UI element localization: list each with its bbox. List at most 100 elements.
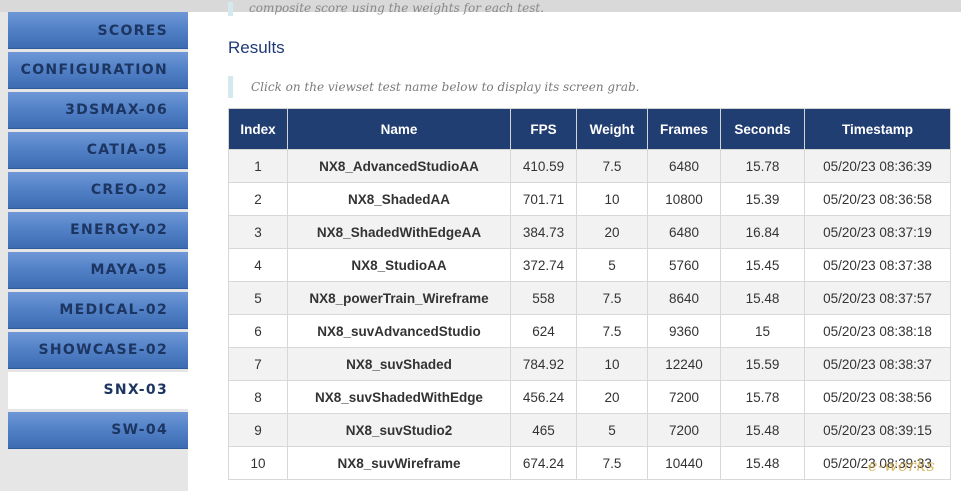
cell-index: 4 bbox=[228, 248, 288, 282]
cell-timestamp: 05/20/23 08:39:15 bbox=[804, 413, 951, 447]
cell-index: 6 bbox=[228, 314, 288, 348]
cell-seconds: 15.45 bbox=[720, 248, 805, 282]
cell-fps: 456.24 bbox=[510, 380, 577, 414]
sidebar-item-snx-03[interactable]: SNX-03 bbox=[8, 372, 188, 409]
viewset-name-link[interactable]: NX8_suvStudio2 bbox=[287, 413, 511, 447]
cell-timestamp: 05/20/23 08:37:57 bbox=[804, 281, 951, 315]
cell-fps: 701.71 bbox=[510, 182, 577, 216]
table-row: 1 NX8_AdvancedStudioAA 410.59 7.5 6480 1… bbox=[228, 149, 951, 183]
results-heading: Results bbox=[228, 38, 285, 57]
cell-timestamp: 05/20/23 08:38:37 bbox=[804, 347, 951, 381]
cell-index: 1 bbox=[228, 149, 288, 183]
viewset-name-link[interactable]: NX8_StudioAA bbox=[287, 248, 511, 282]
cell-weight: 7.5 bbox=[576, 281, 648, 315]
cell-fps: 465 bbox=[510, 413, 577, 447]
sidebar-item-sw-04[interactable]: SW-04 bbox=[8, 412, 188, 449]
table-row: 5 NX8_powerTrain_Wireframe 558 7.5 8640 … bbox=[228, 281, 951, 315]
sidebar-item-catia-05[interactable]: CATIA-05 bbox=[8, 132, 188, 169]
cell-fps: 784.92 bbox=[510, 347, 577, 381]
viewset-name-link[interactable]: NX8_ShadedWithEdgeAA bbox=[287, 215, 511, 249]
cell-timestamp: 05/20/23 08:37:19 bbox=[804, 215, 951, 249]
cell-seconds: 16.84 bbox=[720, 215, 805, 249]
viewset-name-link[interactable]: NX8_AdvancedStudioAA bbox=[287, 149, 511, 183]
cell-fps: 674.24 bbox=[510, 446, 577, 480]
column-header-name: Name bbox=[287, 108, 511, 150]
column-header-index: Index bbox=[228, 108, 288, 150]
table-header-row: Index Name FPS Weight Frames Seconds Tim… bbox=[228, 108, 951, 150]
cell-seconds: 15.78 bbox=[720, 380, 805, 414]
sidebar-item-showcase-02[interactable]: SHOWCASE-02 bbox=[8, 332, 188, 369]
column-header-seconds: Seconds bbox=[720, 108, 805, 150]
cell-index: 3 bbox=[228, 215, 288, 249]
cell-fps: 624 bbox=[510, 314, 577, 348]
table-row: 8 NX8_suvShadedWithEdge 456.24 20 7200 1… bbox=[228, 380, 951, 414]
sidebar-nav: SCORES CONFIGURATION 3DSMAX-06 CATIA-05 … bbox=[8, 12, 188, 452]
intro-note: composite score using the weights for ea… bbox=[228, 2, 748, 16]
cell-timestamp: 05/20/23 08:38:56 bbox=[804, 380, 951, 414]
viewset-name-link[interactable]: NX8_suvAdvancedStudio bbox=[287, 314, 511, 348]
sidebar-item-maya-05[interactable]: MAYA-05 bbox=[8, 252, 188, 289]
cell-index: 10 bbox=[228, 446, 288, 480]
cell-fps: 384.73 bbox=[510, 215, 577, 249]
cell-index: 7 bbox=[228, 347, 288, 381]
cell-seconds: 15.48 bbox=[720, 281, 805, 315]
cell-index: 9 bbox=[228, 413, 288, 447]
cell-weight: 7.5 bbox=[576, 149, 648, 183]
column-header-frames: Frames bbox=[647, 108, 721, 150]
cell-seconds: 15.78 bbox=[720, 149, 805, 183]
cell-weight: 7.5 bbox=[576, 446, 648, 480]
column-header-timestamp: Timestamp bbox=[804, 108, 951, 150]
sidebar-item-energy-02[interactable]: ENERGY-02 bbox=[8, 212, 188, 249]
cell-weight: 20 bbox=[576, 215, 648, 249]
cell-seconds: 15 bbox=[720, 314, 805, 348]
table-row: 3 NX8_ShadedWithEdgeAA 384.73 20 6480 16… bbox=[228, 215, 951, 249]
main-content: composite score using the weights for ea… bbox=[188, 2, 961, 491]
sidebar-item-creo-02[interactable]: CREO-02 bbox=[8, 172, 188, 209]
sidebar-item-medical-02[interactable]: MEDICAL-02 bbox=[8, 292, 188, 329]
sidebar-item-configuration[interactable]: CONFIGURATION bbox=[8, 52, 188, 89]
cell-timestamp: 05/20/23 08:36:58 bbox=[804, 182, 951, 216]
sidebar-item-3dsmax-06[interactable]: 3DSMAX-06 bbox=[8, 92, 188, 129]
cell-frames: 8640 bbox=[647, 281, 721, 315]
viewset-name-link[interactable]: NX8_suvShaded bbox=[287, 347, 511, 381]
cell-fps: 558 bbox=[510, 281, 577, 315]
column-header-weight: Weight bbox=[576, 108, 648, 150]
cell-frames: 10800 bbox=[647, 182, 721, 216]
cell-seconds: 15.39 bbox=[720, 182, 805, 216]
cell-frames: 6480 bbox=[647, 215, 721, 249]
cell-frames: 5760 bbox=[647, 248, 721, 282]
cell-index: 2 bbox=[228, 182, 288, 216]
table-row: 9 NX8_suvStudio2 465 5 7200 15.48 05/20/… bbox=[228, 413, 951, 447]
cell-seconds: 15.48 bbox=[720, 413, 805, 447]
cell-weight: 5 bbox=[576, 248, 648, 282]
viewset-name-link[interactable]: NX8_suvShadedWithEdge bbox=[287, 380, 511, 414]
table-row: 2 NX8_ShadedAA 701.71 10 10800 15.39 05/… bbox=[228, 182, 951, 216]
cell-frames: 6480 bbox=[647, 149, 721, 183]
watermark-logo: e-works bbox=[868, 456, 936, 475]
cell-frames: 7200 bbox=[647, 413, 721, 447]
cell-weight: 20 bbox=[576, 380, 648, 414]
table-row: 10 NX8_suvWireframe 674.24 7.5 10440 15.… bbox=[228, 446, 951, 480]
cell-fps: 372.74 bbox=[510, 248, 577, 282]
results-table: Index Name FPS Weight Frames Seconds Tim… bbox=[228, 108, 951, 480]
table-row: 7 NX8_suvShaded 784.92 10 12240 15.59 05… bbox=[228, 347, 951, 381]
viewset-name-link[interactable]: NX8_powerTrain_Wireframe bbox=[287, 281, 511, 315]
viewset-name-link[interactable]: NX8_suvWireframe bbox=[287, 446, 511, 480]
cell-weight: 7.5 bbox=[576, 314, 648, 348]
cell-timestamp: 05/20/23 08:37:38 bbox=[804, 248, 951, 282]
cell-fps: 410.59 bbox=[510, 149, 577, 183]
cell-seconds: 15.59 bbox=[720, 347, 805, 381]
column-header-fps: FPS bbox=[510, 108, 577, 150]
hint-note: Click on the viewset test name below to … bbox=[228, 76, 639, 98]
cell-frames: 7200 bbox=[647, 380, 721, 414]
sidebar-item-scores[interactable]: SCORES bbox=[8, 12, 188, 49]
cell-timestamp: 05/20/23 08:36:39 bbox=[804, 149, 951, 183]
cell-timestamp: 05/20/23 08:38:18 bbox=[804, 314, 951, 348]
table-row: 6 NX8_suvAdvancedStudio 624 7.5 9360 15 … bbox=[228, 314, 951, 348]
cell-frames: 12240 bbox=[647, 347, 721, 381]
table-body: 1 NX8_AdvancedStudioAA 410.59 7.5 6480 1… bbox=[228, 149, 951, 480]
cell-frames: 10440 bbox=[647, 446, 721, 480]
cell-weight: 10 bbox=[576, 347, 648, 381]
viewset-name-link[interactable]: NX8_ShadedAA bbox=[287, 182, 511, 216]
table-row: 4 NX8_StudioAA 372.74 5 5760 15.45 05/20… bbox=[228, 248, 951, 282]
